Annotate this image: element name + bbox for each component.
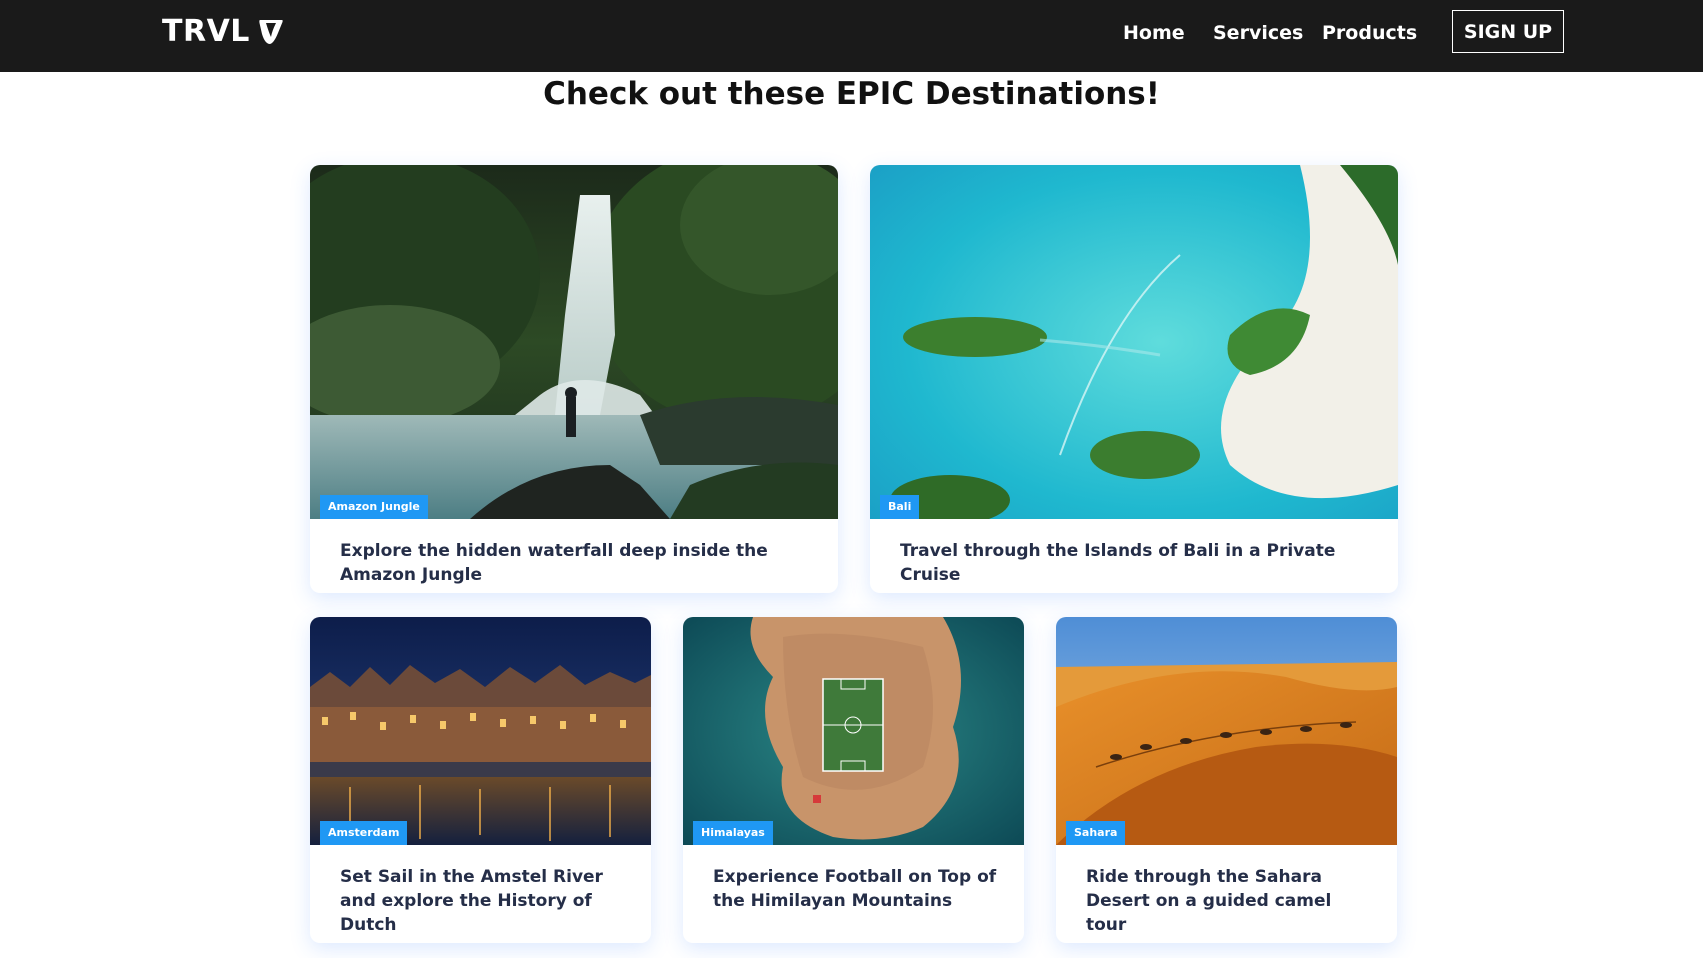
- card-text: Explore the hidden waterfall deep inside…: [340, 541, 768, 585]
- card-tag: Sahara: [1066, 821, 1126, 845]
- logo-link[interactable]: TRVL: [162, 14, 286, 49]
- nav-link-services[interactable]: Services: [1213, 22, 1303, 44]
- card-image-wrapper: Sahara: [1056, 617, 1397, 845]
- nav-link-home[interactable]: Home: [1123, 22, 1185, 44]
- destination-card-sahara[interactable]: Sahara Ride through the Sahara Desert on…: [1056, 617, 1397, 943]
- logo-text: TRVL: [162, 14, 250, 49]
- card-image-wrapper: Himalayas: [683, 617, 1024, 845]
- card-image-wrapper: Amsterdam: [310, 617, 651, 845]
- destination-card-bali[interactable]: Bali Travel through the Islands of Bali …: [870, 165, 1398, 593]
- sahara-dunes-camels-image: [1056, 617, 1397, 845]
- card-text: Travel through the Islands of Bali in a …: [900, 541, 1336, 585]
- card-tag: Amsterdam: [320, 821, 408, 845]
- destination-card-amsterdam[interactable]: Amsterdam Set Sail in the Amstel River a…: [310, 617, 651, 943]
- card-text: Set Sail in the Amstel River and explore…: [340, 867, 603, 935]
- card-image-wrapper: Amazon Jungle: [310, 165, 838, 519]
- card-text: Experience Football on Top of the Himila…: [713, 867, 997, 911]
- card-image-wrapper: Bali: [870, 165, 1398, 519]
- page-title: Check out these EPIC Destinations!: [543, 76, 1160, 112]
- destination-card-amazon[interactable]: Amazon Jungle Explore the hidden waterfa…: [310, 165, 838, 593]
- waterfall-jungle-image: [310, 165, 838, 519]
- bali-islands-aerial-image: [870, 165, 1398, 519]
- card-tag: Himalayas: [693, 821, 773, 845]
- navbar: TRVL Home Services Products SIGN UP: [0, 0, 1703, 72]
- destination-card-himalayas[interactable]: Himalayas Experience Football on Top of …: [683, 617, 1024, 943]
- island-football-field-image: [683, 617, 1024, 845]
- typo3-logo-icon: [259, 19, 283, 44]
- amsterdam-canal-night-image: [310, 617, 651, 845]
- card-tag: Amazon Jungle: [320, 495, 428, 519]
- sign-up-button[interactable]: SIGN UP: [1452, 10, 1564, 53]
- card-text: Ride through the Sahara Desert on a guid…: [1086, 867, 1332, 935]
- nav-link-products[interactable]: Products: [1322, 22, 1417, 44]
- card-tag: Bali: [880, 495, 920, 519]
